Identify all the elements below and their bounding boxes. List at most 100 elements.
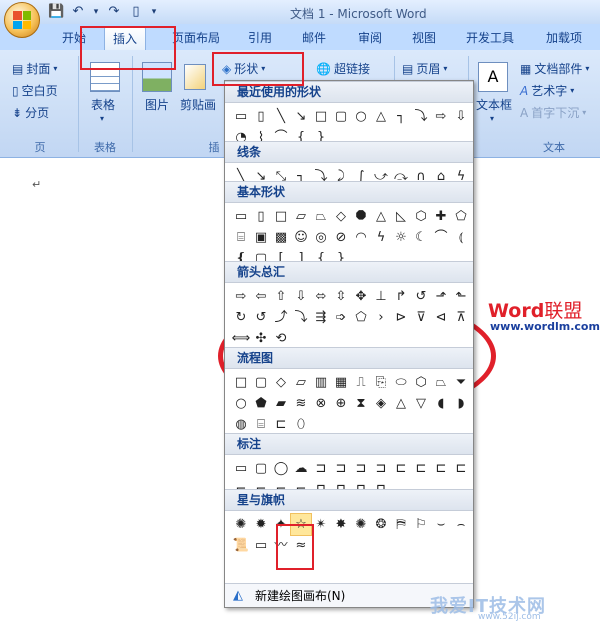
shape-rounded-rect-icon[interactable]: ▢ [331,106,351,127]
shape-up-down-arrow-icon[interactable]: ⇳ [331,286,351,307]
shape-parallelogram-icon[interactable]: ▱ [291,206,311,227]
cover-page-button[interactable]: ▤ 封面 ▾ [12,60,57,77]
hyperlink-button[interactable]: 🌐 超链接 [316,60,370,77]
shape-star-8-icon[interactable]: ✴ [311,514,331,535]
tab-developer[interactable]: 开发工具 [466,29,514,46]
shape-oval-icon[interactable]: ○ [351,106,371,127]
shape-terminator-icon[interactable]: ⬭ [391,372,411,393]
page-break-button[interactable]: ⇟ 分页 [12,104,49,121]
shape-cylinder-icon[interactable]: ⌸ [231,227,251,248]
shape-triangle-icon[interactable]: △ [371,206,391,227]
shape-bent-up-arrow-icon[interactable]: ⬑ [451,286,471,307]
shape-vertical-text-box-icon[interactable]: ▯ [251,206,271,227]
shape-no-symbol-icon[interactable]: ⊘ [331,227,351,248]
shape-collate-icon[interactable]: ⧗ [351,393,371,414]
shape-left-callout-arrow-icon[interactable]: ⊲ [431,307,451,328]
shape-line-callout-2-icon[interactable]: ⊐ [331,458,351,479]
wordart-button[interactable]: A 艺术字 ▾ [520,82,574,99]
shape-line-callout-4-accent-icon[interactable]: ⊏ [451,458,471,479]
shape-curved-right-arrow-icon[interactable]: ↻ [231,307,251,328]
shape-left-arrow-icon[interactable]: ⇦ [251,286,271,307]
table-dropdown-icon[interactable]: ▾ [100,114,104,123]
shape-left-right-callout-icon[interactable]: ⟺ [231,328,251,349]
shape-block-arc-icon[interactable]: ◠ [351,227,371,248]
shape-moon-icon[interactable]: ☾ [411,227,431,248]
shape-lightning-icon[interactable]: ϟ [371,227,391,248]
shape-bevel-icon[interactable]: ▩ [271,227,291,248]
shape-u-turn-arrow-icon[interactable]: ↺ [411,286,431,307]
shape-predefined-icon[interactable]: ▥ [311,372,331,393]
shape-or-icon[interactable]: ⊕ [331,393,351,414]
shape-curved-up-ribbon-icon[interactable]: ⌣ [431,514,451,535]
shape-text-box-icon[interactable]: ▭ [231,206,251,227]
shape-extract-icon[interactable]: △ [391,393,411,414]
shape-left-right-arrow-icon[interactable]: ⬄ [311,286,331,307]
shape-magnetic-disk-icon[interactable]: ⌸ [251,414,271,435]
shape-quad-arrow-icon[interactable]: ✥ [351,286,371,307]
shape-striped-right-arrow-icon[interactable]: ⇶ [311,307,331,328]
shape-sun-icon[interactable]: ☼ [391,227,411,248]
tab-review[interactable]: 审阅 [358,29,382,46]
shape-curved-down-ribbon-icon[interactable]: ⌢ [451,514,471,535]
shape-preparation-icon[interactable]: ⬡ [411,372,431,393]
shape-alt-process-icon[interactable]: ▢ [251,372,271,393]
shape-decision-icon[interactable]: ◇ [271,372,291,393]
shape-down-callout-arrow-icon[interactable]: ⊽ [411,307,431,328]
shape-stored-data-icon[interactable]: ◖ [431,393,451,414]
shape-bent-arrow-icon[interactable]: ↱ [391,286,411,307]
shape-line-callout-3-accent-icon[interactable]: ⊏ [431,458,451,479]
shape-circular-arrow-icon[interactable]: ⟲ [271,328,291,349]
shape-star-16-icon[interactable]: ✸ [331,514,351,535]
textbox-dropdown-icon[interactable]: ▾ [490,114,494,123]
shape-internal-storage-icon[interactable]: ▦ [331,372,351,393]
shape-text-box-icon[interactable]: ▭ [231,106,251,127]
shape-hexagon-icon[interactable]: ⬡ [411,206,431,227]
shape-down-arrow-icon[interactable]: ⇩ [291,286,311,307]
clipart-icon[interactable] [184,64,206,90]
shape-left-up-arrow-icon[interactable]: ⬏ [431,286,451,307]
shape-horizontal-scroll-icon[interactable]: ▭ [251,535,271,556]
shape-explosion-2-icon[interactable]: ✹ [251,514,271,535]
shape-block-right-icon[interactable]: ⇨ [431,106,451,127]
shape-document-icon[interactable]: ⎍ [351,372,371,393]
shape-vertical-text-box-icon[interactable]: ▯ [251,106,271,127]
shape-rounded-callout-icon[interactable]: ▢ [251,458,271,479]
shape-pentagon-icon[interactable]: ⬠ [451,206,471,227]
shape-notched-right-arrow-icon[interactable]: ➩ [331,307,351,328]
shape-direct-access-icon[interactable]: ⊏ [271,414,291,435]
shape-donut-icon[interactable]: ◎ [311,227,331,248]
shape-delay-icon[interactable]: ◗ [451,393,471,414]
shape-smiley-icon[interactable]: ☺ [291,227,311,248]
shape-bracket-pair-icon[interactable]: ⦅ [451,227,471,248]
shape-diamond-icon[interactable]: ◇ [331,206,351,227]
textbox-icon[interactable]: A [478,62,508,92]
shape-arrow-icon[interactable]: ↘ [291,106,311,127]
picture-button[interactable]: 图片 [145,96,169,113]
shape-octagon-icon[interactable]: ⯃ [351,206,371,227]
shape-block-down-icon[interactable]: ⇩ [451,106,471,127]
shape-line-icon[interactable]: ╲ [271,106,291,127]
shape-manual-input-icon[interactable]: ⏢ [431,372,451,393]
shape-data-icon[interactable]: ▱ [291,372,311,393]
shape-card-icon[interactable]: ▰ [271,393,291,414]
blank-page-button[interactable]: ▯ 空白页 [12,82,58,99]
save-icon[interactable]: 💾 [48,4,64,20]
textbox-button[interactable]: 文本框 [476,96,512,113]
shape-trapezoid-icon[interactable]: ⏢ [311,206,331,227]
shape-right-arrow-icon[interactable]: ⇨ [231,286,251,307]
shape-pentagon-arrow-icon[interactable]: ⬠ [351,307,371,328]
shape-connector-icon[interactable]: ○ [231,393,251,414]
shape-line-callout-2-accent-icon[interactable]: ⊏ [411,458,431,479]
shape-sort-icon[interactable]: ◈ [371,393,391,414]
shape-triangle-icon[interactable]: △ [371,106,391,127]
shape-curved-down-arrow-icon[interactable]: ⤵ [291,307,311,328]
shape-oval-callout-icon[interactable]: ◯ [271,458,291,479]
shape-quad-callout-icon[interactable]: ✣ [251,328,271,349]
shape-curved-left-arrow-icon[interactable]: ↺ [251,307,271,328]
shape-cube-icon[interactable]: ▣ [251,227,271,248]
shape-process-icon[interactable]: □ [231,372,251,393]
shape-offpage-icon[interactable]: ⬟ [251,393,271,414]
shape-punched-tape-icon[interactable]: ≋ [291,393,311,414]
shape-manual-operation-icon[interactable]: ⏷ [451,372,471,393]
shape-down-ribbon-icon[interactable]: ⚐ [411,514,431,535]
